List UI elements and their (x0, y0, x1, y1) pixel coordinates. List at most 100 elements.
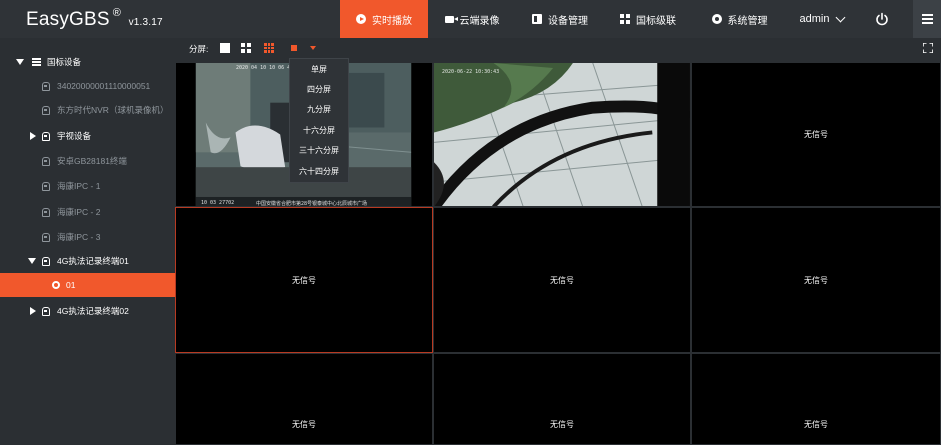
camera-feed-ceiling (434, 63, 690, 206)
channel-icon (52, 281, 60, 289)
nav-cloud-recording[interactable]: 云端录像 (428, 0, 516, 38)
nav-gb-cascade[interactable]: 国标级联 (604, 0, 692, 38)
video-cell-7[interactable]: 无信号 (175, 353, 433, 445)
tree-item-channel-selected[interactable]: 01 (0, 273, 175, 297)
tree-item-device-group[interactable]: 宇视设备 (0, 124, 175, 148)
nav-system-management[interactable]: 系统管理 (692, 0, 787, 38)
tree-item-label: 海康IPC - 2 (57, 207, 101, 217)
fullscreen-icon[interactable] (923, 43, 933, 53)
tree-item-label: 4G执法记录终端02 (57, 306, 129, 316)
tree-item-device[interactable]: 海康IPC - 2 (0, 200, 175, 224)
more-screens-icon[interactable] (291, 45, 297, 51)
device-icon (42, 306, 50, 316)
user-menu[interactable]: admin (787, 0, 857, 38)
camera-timestamp: 2020 04 10 10 06 45 (236, 65, 294, 71)
menu-line-icon (922, 22, 933, 24)
tree-item-label: 34020000001110000051 (57, 81, 151, 91)
no-signal-label: 无信号 (292, 275, 316, 285)
nav-live-play-label: 实时播放 (372, 15, 412, 27)
device-icon (42, 232, 50, 242)
caret-right-icon[interactable] (30, 307, 36, 315)
tree-item-label: 宇视设备 (57, 131, 92, 141)
no-signal-label: 无信号 (804, 419, 828, 429)
tree-item-label: 01 (66, 280, 76, 290)
split-label: 分屏: (189, 44, 209, 54)
tree-item-label: 4G执法记录终端01 (57, 256, 129, 266)
nav-live-play[interactable]: 实时播放 (340, 0, 428, 38)
split-toolbar: 分屏: (175, 38, 941, 59)
menu-line-icon (922, 14, 933, 16)
chevron-down-icon (836, 12, 846, 22)
nav-device-management-label: 设备管理 (548, 15, 588, 27)
caret-right-icon[interactable] (30, 132, 36, 140)
device-icon (42, 156, 50, 166)
caret-down-icon[interactable] (28, 258, 36, 264)
split-dropdown-menu: 单屏 四分屏 九分屏 十六分屏 三十六分屏 六十四分屏 (289, 58, 349, 183)
tree-root-gb-devices[interactable]: 国标设备 (0, 50, 175, 74)
app-name: EasyGBS (26, 9, 110, 30)
device-tree: 国标设备 34020000001110000051 东方时代NVR（球机录像机）… (0, 38, 175, 445)
no-signal-label: 无信号 (292, 419, 316, 429)
app-logo: EasyGBS ® v1.3.17 (26, 7, 163, 31)
grid-icon (620, 14, 630, 24)
video-cell-4-selected[interactable]: 无信号 (175, 207, 433, 353)
device-icon (532, 14, 542, 24)
gear-icon (711, 14, 722, 24)
device-icon (42, 105, 50, 115)
power-icon[interactable] (874, 11, 890, 27)
no-signal-label: 无信号 (804, 275, 828, 285)
tree-item-label: 海康IPC - 3 (57, 232, 101, 242)
hamburger-menu-button[interactable] (913, 0, 941, 38)
tree-item-label: 海康IPC - 1 (57, 181, 101, 191)
tree-root-label: 国标设备 (47, 57, 82, 67)
nav-gb-cascade-label: 国标级联 (636, 15, 676, 27)
video-cell-6[interactable]: 无信号 (691, 207, 941, 353)
split-option-nine[interactable]: 九分屏 (290, 99, 348, 119)
single-screen-icon[interactable] (220, 43, 230, 53)
video-cell-5[interactable]: 无信号 (433, 207, 691, 353)
camera-osd-id: 10 03 27702 (201, 200, 235, 206)
nav-system-management-label: 系统管理 (727, 15, 768, 27)
four-screen-icon[interactable] (241, 43, 251, 53)
tree-item-device[interactable]: 34020000001110000051 (0, 74, 175, 98)
device-icon (42, 131, 50, 141)
username: admin (799, 13, 830, 25)
tree-item-device[interactable]: 安卓GB28181终端 (0, 149, 175, 173)
video-cell-8[interactable]: 无信号 (433, 353, 691, 445)
device-icon (42, 181, 50, 191)
no-signal-label: 无信号 (550, 419, 574, 429)
nine-screen-icon[interactable] (264, 43, 274, 53)
device-icon (42, 81, 50, 91)
split-option-single[interactable]: 单屏 (290, 59, 348, 79)
video-cell-2[interactable]: 2020-06-22 10:30:43 (433, 62, 691, 207)
device-icon (42, 207, 50, 217)
no-signal-label: 无信号 (804, 130, 828, 139)
video-camera-icon (444, 15, 458, 23)
tree-item-label: 东方时代NVR（球机录像机） (57, 105, 169, 115)
video-cell-3[interactable]: 无信号 (691, 62, 941, 207)
app-version: v1.3.17 (128, 17, 163, 28)
top-bar: EasyGBS ® v1.3.17 实时播放 云端录像 设备管理 国标级联 系统管… (0, 0, 941, 38)
split-option-sixteen[interactable]: 十六分屏 (290, 120, 348, 140)
split-option-sixty-four[interactable]: 六十四分屏 (290, 161, 348, 181)
list-icon (32, 58, 41, 66)
tree-item-device[interactable]: 海康IPC - 1 (0, 174, 175, 198)
no-signal-label: 无信号 (550, 275, 574, 285)
device-icon (42, 256, 50, 266)
caret-down-icon[interactable] (310, 46, 316, 50)
caret-down-icon[interactable] (16, 59, 24, 65)
tree-item-device[interactable]: 海康IPC - 3 (0, 225, 175, 249)
nav-device-management[interactable]: 设备管理 (516, 0, 604, 38)
tree-item-device[interactable]: 东方时代NVR（球机录像机） (0, 98, 175, 122)
split-option-thirty-six[interactable]: 三十六分屏 (290, 140, 348, 160)
camera-timestamp: 2020-06-22 10:30:43 (442, 69, 500, 75)
split-option-four[interactable]: 四分屏 (290, 79, 348, 99)
nav-cloud-recording-label: 云端录像 (459, 15, 500, 27)
tree-item-device-group[interactable]: 4G执法记录终端01 (0, 249, 175, 273)
tree-item-device-group[interactable]: 4G执法记录终端02 (0, 299, 175, 323)
video-cell-9[interactable]: 无信号 (691, 353, 941, 445)
app-registered-mark: ® (112, 7, 122, 19)
camera-osd-caption: 中国安徽省合肥市第28号银泰城中心北辰城市广场 (256, 201, 368, 207)
play-circle-icon (356, 14, 366, 24)
tree-item-label: 安卓GB28181终端 (57, 156, 127, 166)
